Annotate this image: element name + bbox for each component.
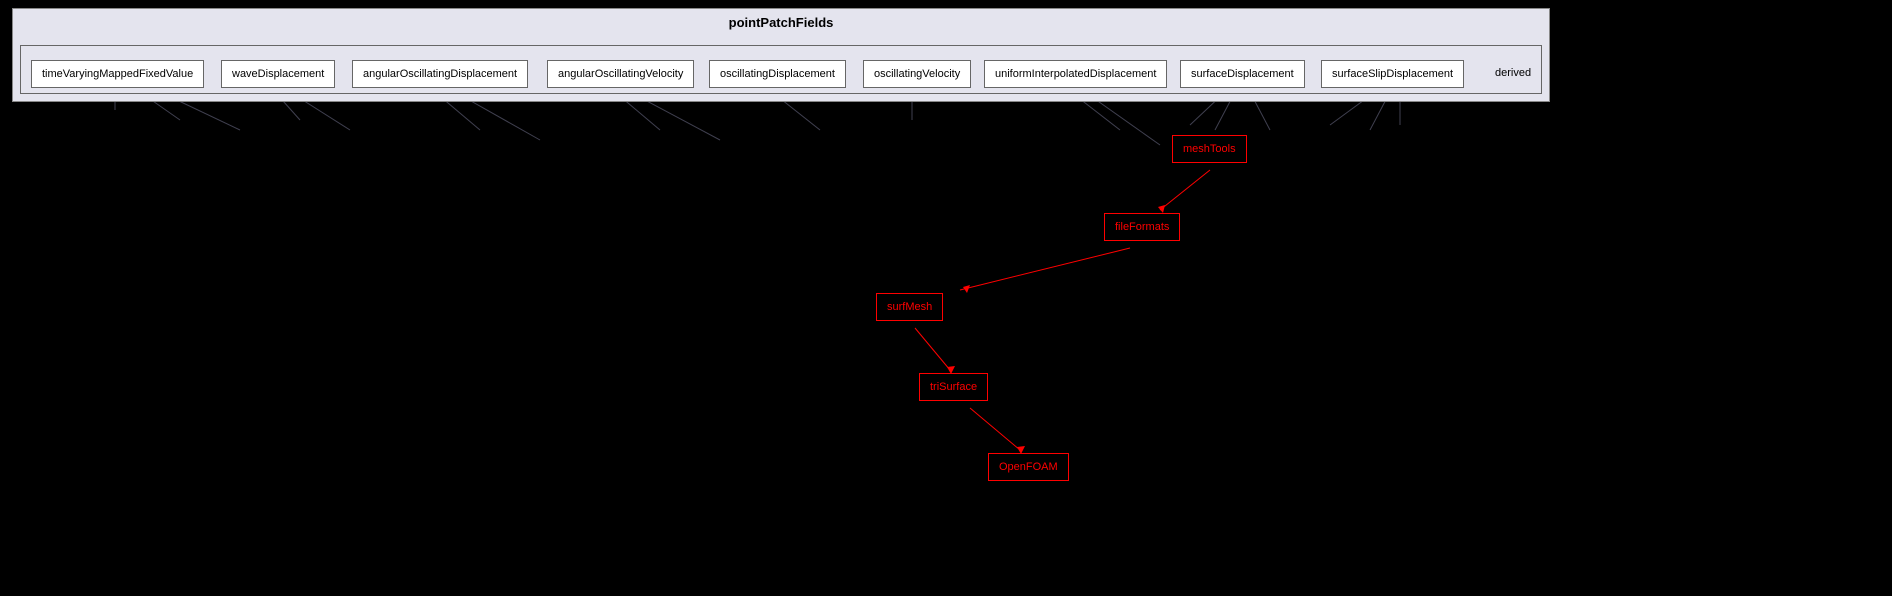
node-derived[interactable]: derived: [1485, 60, 1541, 86]
node-timeVaryingMappedFixedValue[interactable]: timeVaryingMappedFixedValue: [31, 60, 204, 88]
node-OpenFOAM[interactable]: OpenFOAM: [988, 453, 1069, 481]
node-surfaceSlipDisplacement[interactable]: surfaceSlipDisplacement: [1321, 60, 1464, 88]
node-angularOscillatingVelocity[interactable]: angularOscillatingVelocity: [547, 60, 694, 88]
node-surfaceDisplacement[interactable]: surfaceDisplacement: [1180, 60, 1305, 88]
main-group-title[interactable]: pointPatchFields: [729, 15, 834, 30]
node-fileFormats[interactable]: fileFormats: [1104, 213, 1180, 241]
diagram-container: pointPatchFields timeVaryingMappedFixedV…: [0, 0, 1892, 596]
node-oscillatingVelocity[interactable]: oscillatingVelocity: [863, 60, 971, 88]
node-oscillatingDisplacement[interactable]: oscillatingDisplacement: [709, 60, 846, 88]
node-waveDisplacement[interactable]: waveDisplacement: [221, 60, 335, 88]
node-triSurface[interactable]: triSurface: [919, 373, 988, 401]
node-angularOscillatingDisplacement[interactable]: angularOscillatingDisplacement: [352, 60, 528, 88]
node-meshTools[interactable]: meshTools: [1172, 135, 1247, 163]
node-surfMesh[interactable]: surfMesh: [876, 293, 943, 321]
node-uniformInterpolatedDisplacement[interactable]: uniformInterpolatedDisplacement: [984, 60, 1167, 88]
